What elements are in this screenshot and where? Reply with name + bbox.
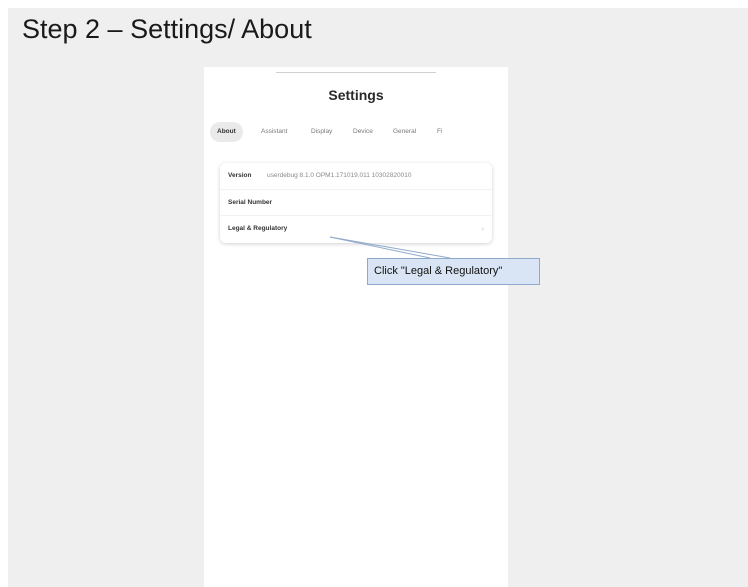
instruction-callout: Click "Legal & Regulatory" bbox=[367, 258, 540, 285]
callout-pointer bbox=[329, 236, 451, 259]
